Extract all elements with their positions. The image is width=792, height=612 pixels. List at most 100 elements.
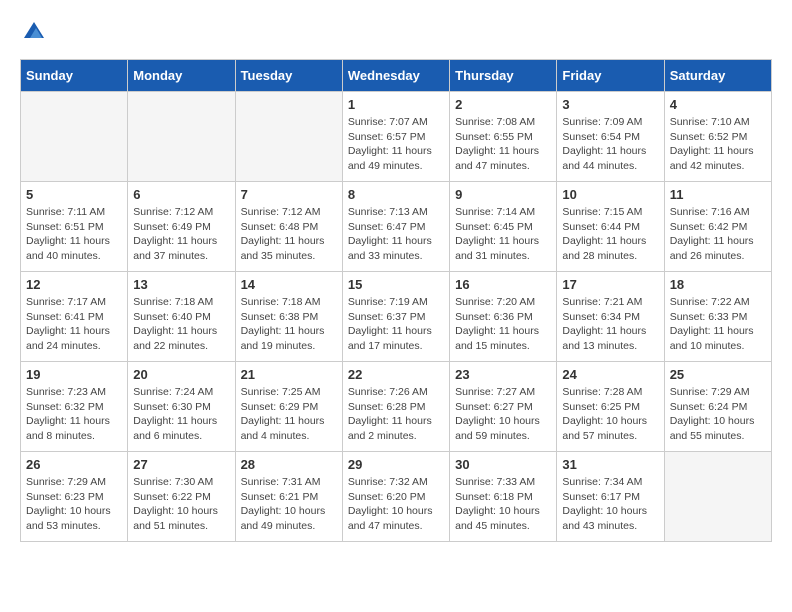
day-info: Sunrise: 7:18 AM Sunset: 6:40 PM Dayligh… [133,295,229,354]
week-row-3: 12 Sunrise: 7:17 AM Sunset: 6:41 PM Dayli… [21,272,772,362]
calendar-cell: 29 Sunrise: 7:32 AM Sunset: 6:20 PM Dayli… [342,452,449,542]
header-wednesday: Wednesday [342,60,449,92]
header-monday: Monday [128,60,235,92]
calendar-cell: 31 Sunrise: 7:34 AM Sunset: 6:17 PM Dayli… [557,452,664,542]
day-info: Sunrise: 7:18 AM Sunset: 6:38 PM Dayligh… [241,295,337,354]
week-row-4: 19 Sunrise: 7:23 AM Sunset: 6:32 PM Dayli… [21,362,772,452]
calendar-cell: 21 Sunrise: 7:25 AM Sunset: 6:29 PM Dayli… [235,362,342,452]
day-number: 21 [241,367,337,382]
header-sunday: Sunday [21,60,128,92]
day-info: Sunrise: 7:12 AM Sunset: 6:48 PM Dayligh… [241,205,337,264]
calendar-cell: 1 Sunrise: 7:07 AM Sunset: 6:57 PM Daylig… [342,92,449,182]
logo-icon [22,20,46,44]
week-row-5: 26 Sunrise: 7:29 AM Sunset: 6:23 PM Dayli… [21,452,772,542]
calendar-cell: 9 Sunrise: 7:14 AM Sunset: 6:45 PM Daylig… [450,182,557,272]
day-info: Sunrise: 7:14 AM Sunset: 6:45 PM Dayligh… [455,205,551,264]
day-info: Sunrise: 7:11 AM Sunset: 6:51 PM Dayligh… [26,205,122,264]
day-info: Sunrise: 7:09 AM Sunset: 6:54 PM Dayligh… [562,115,658,174]
day-number: 5 [26,187,122,202]
day-number: 1 [348,97,444,112]
day-info: Sunrise: 7:19 AM Sunset: 6:37 PM Dayligh… [348,295,444,354]
calendar-cell: 4 Sunrise: 7:10 AM Sunset: 6:52 PM Daylig… [664,92,771,182]
header-friday: Friday [557,60,664,92]
calendar-cell [128,92,235,182]
day-info: Sunrise: 7:32 AM Sunset: 6:20 PM Dayligh… [348,475,444,534]
day-number: 3 [562,97,658,112]
day-info: Sunrise: 7:08 AM Sunset: 6:55 PM Dayligh… [455,115,551,174]
day-info: Sunrise: 7:13 AM Sunset: 6:47 PM Dayligh… [348,205,444,264]
day-number: 28 [241,457,337,472]
day-number: 23 [455,367,551,382]
calendar-cell: 13 Sunrise: 7:18 AM Sunset: 6:40 PM Dayli… [128,272,235,362]
calendar-cell: 2Sunrise: 7:08 AM Sunset: 6:55 PM Daylig… [450,92,557,182]
day-info: Sunrise: 7:12 AM Sunset: 6:49 PM Dayligh… [133,205,229,264]
day-info: Sunrise: 7:21 AM Sunset: 6:34 PM Dayligh… [562,295,658,354]
day-info: Sunrise: 7:26 AM Sunset: 6:28 PM Dayligh… [348,385,444,444]
calendar-cell: 12 Sunrise: 7:17 AM Sunset: 6:41 PM Dayli… [21,272,128,362]
calendar-cell: 24 Sunrise: 7:28 AM Sunset: 6:25 PM Dayli… [557,362,664,452]
day-info: Sunrise: 7:22 AM Sunset: 6:33 PM Dayligh… [670,295,766,354]
day-number: 12 [26,277,122,292]
calendar-cell: 22 Sunrise: 7:26 AM Sunset: 6:28 PM Dayli… [342,362,449,452]
calendar-cell: 28 Sunrise: 7:31 AM Sunset: 6:21 PM Dayli… [235,452,342,542]
day-number: 16 [455,277,551,292]
day-number: 31 [562,457,658,472]
day-info: Sunrise: 7:10 AM Sunset: 6:52 PM Dayligh… [670,115,766,174]
day-number: 9 [455,187,551,202]
calendar-cell: 5 Sunrise: 7:11 AM Sunset: 6:51 PM Daylig… [21,182,128,272]
day-number: 26 [26,457,122,472]
day-number: 8 [348,187,444,202]
calendar-cell: 14 Sunrise: 7:18 AM Sunset: 6:38 PM Dayli… [235,272,342,362]
day-info: Sunrise: 7:28 AM Sunset: 6:25 PM Dayligh… [562,385,658,444]
day-number: 11 [670,187,766,202]
day-number: 6 [133,187,229,202]
day-number: 14 [241,277,337,292]
day-number: 27 [133,457,229,472]
day-info: Sunrise: 7:07 AM Sunset: 6:57 PM Dayligh… [348,115,444,174]
day-info: Sunrise: 7:27 AM Sunset: 6:27 PM Dayligh… [455,385,551,444]
day-number: 20 [133,367,229,382]
calendar-cell: 17 Sunrise: 7:21 AM Sunset: 6:34 PM Dayli… [557,272,664,362]
day-number: 24 [562,367,658,382]
day-info: Sunrise: 7:15 AM Sunset: 6:44 PM Dayligh… [562,205,658,264]
logo [20,20,46,44]
page-header [20,20,772,44]
day-info: Sunrise: 7:29 AM Sunset: 6:24 PM Dayligh… [670,385,766,444]
day-number: 4 [670,97,766,112]
day-info: Sunrise: 7:33 AM Sunset: 6:18 PM Dayligh… [455,475,551,534]
day-number: 22 [348,367,444,382]
day-number: 29 [348,457,444,472]
day-info: Sunrise: 7:34 AM Sunset: 6:17 PM Dayligh… [562,475,658,534]
day-number: 10 [562,187,658,202]
week-row-2: 5 Sunrise: 7:11 AM Sunset: 6:51 PM Daylig… [21,182,772,272]
day-info: Sunrise: 7:16 AM Sunset: 6:42 PM Dayligh… [670,205,766,264]
week-row-1: 1 Sunrise: 7:07 AM Sunset: 6:57 PM Daylig… [21,92,772,182]
calendar-cell [235,92,342,182]
day-number: 17 [562,277,658,292]
day-number: 19 [26,367,122,382]
calendar-cell: 19 Sunrise: 7:23 AM Sunset: 6:32 PM Dayli… [21,362,128,452]
day-info: Sunrise: 7:23 AM Sunset: 6:32 PM Dayligh… [26,385,122,444]
calendar-cell: 15 Sunrise: 7:19 AM Sunset: 6:37 PM Dayli… [342,272,449,362]
calendar-cell: 23 Sunrise: 7:27 AM Sunset: 6:27 PM Dayli… [450,362,557,452]
day-number: 7 [241,187,337,202]
day-info: Sunrise: 7:31 AM Sunset: 6:21 PM Dayligh… [241,475,337,534]
day-number: 30 [455,457,551,472]
calendar-cell: 25 Sunrise: 7:29 AM Sunset: 6:24 PM Dayli… [664,362,771,452]
day-info: Sunrise: 7:20 AM Sunset: 6:36 PM Dayligh… [455,295,551,354]
calendar-cell: 20 Sunrise: 7:24 AM Sunset: 6:30 PM Dayli… [128,362,235,452]
header-tuesday: Tuesday [235,60,342,92]
day-number: 15 [348,277,444,292]
calendar-cell [664,452,771,542]
day-number: 18 [670,277,766,292]
day-info: Sunrise: 7:25 AM Sunset: 6:29 PM Dayligh… [241,385,337,444]
calendar-cell [21,92,128,182]
day-info: Sunrise: 7:17 AM Sunset: 6:41 PM Dayligh… [26,295,122,354]
day-number: 13 [133,277,229,292]
calendar-cell: 8 Sunrise: 7:13 AM Sunset: 6:47 PM Daylig… [342,182,449,272]
day-info: Sunrise: 7:29 AM Sunset: 6:23 PM Dayligh… [26,475,122,534]
calendar-cell: 30 Sunrise: 7:33 AM Sunset: 6:18 PM Dayli… [450,452,557,542]
day-info: Sunrise: 7:24 AM Sunset: 6:30 PM Dayligh… [133,385,229,444]
header-saturday: Saturday [664,60,771,92]
day-number: 25 [670,367,766,382]
